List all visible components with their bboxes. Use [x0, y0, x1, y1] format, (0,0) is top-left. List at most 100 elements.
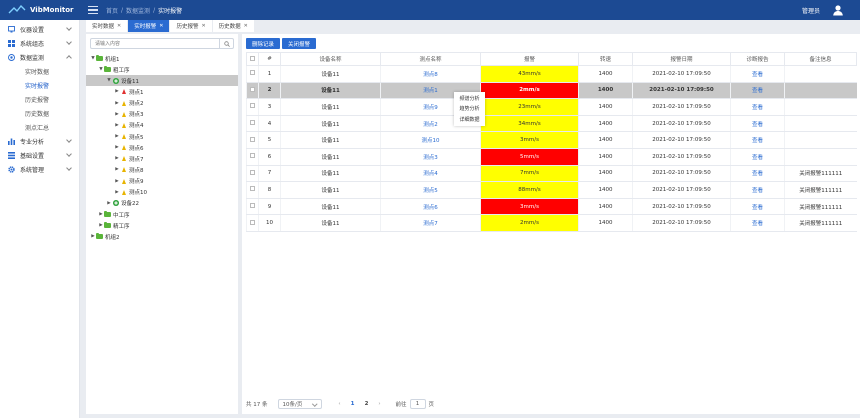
sidebar-group-analysis[interactable]: 专业分析: [0, 134, 79, 148]
alarm-yellow-icon: [120, 134, 127, 140]
point-link[interactable]: 测点5: [380, 181, 481, 199]
row-checkbox[interactable]: [246, 148, 259, 166]
tree-node[interactable]: ▶ 测点2: [86, 98, 238, 109]
row-context-menu: 频谱分析 趋势分析 详细数据: [454, 92, 485, 126]
sidebar-group-monitor[interactable]: 数据监测: [0, 50, 79, 64]
table-row[interactable]: 8 设备11 测点5 88mm/s 1400 2021-02-10 17:09:50 查看关…: [246, 181, 857, 199]
view-report-link[interactable]: 查看: [730, 82, 785, 100]
row-index: 7: [258, 165, 281, 183]
sidebar-item-history-alarm[interactable]: 历史报警: [0, 92, 79, 106]
tree-node[interactable]: ▶ 测点8: [86, 164, 238, 175]
close-icon[interactable]: ✕: [159, 23, 163, 29]
tree-node[interactable]: ▶ 精工序: [86, 220, 238, 231]
table-row[interactable]: 1 设备11 测点8 43mm/s 1400 2021-02-10 17:09:50 查看: [246, 65, 857, 83]
alarm-red-icon: [120, 89, 127, 95]
tree-node[interactable]: ▶ 测点7: [86, 153, 238, 164]
view-report-link[interactable]: 查看: [730, 165, 785, 183]
sidebar-group-system[interactable]: 系统管理: [0, 162, 79, 176]
table-row[interactable]: 10 设备11 测点7 2mm/s 1400 2021-02-10 17:09:50 查看关…: [246, 214, 857, 232]
tree-node[interactable]: ▶ 测点1: [86, 86, 238, 97]
row-checkbox[interactable]: [246, 165, 259, 183]
row-checkbox[interactable]: [246, 115, 259, 133]
page-size-select[interactable]: 10条/页: [277, 398, 322, 409]
goto-page-input[interactable]: 1: [409, 398, 426, 409]
row-checkbox[interactable]: [246, 82, 259, 100]
tree-node[interactable]: ▶ 中工序: [86, 209, 238, 220]
sidebar-item-realtime-alarm[interactable]: 实时报警: [0, 78, 79, 92]
tree-node[interactable]: ▶ 机组2: [86, 231, 238, 242]
row-checkbox[interactable]: [246, 198, 259, 216]
close-icon[interactable]: ✕: [117, 23, 121, 29]
tab-history-alarm[interactable]: 历史报警 ✕: [170, 20, 212, 32]
sidebar-group-label: 专业分析: [20, 138, 45, 146]
row-checkbox[interactable]: [246, 98, 259, 116]
table-row[interactable]: 4 设备11 测点2 34mm/s 1400 2021-02-10 17:09:50 查看: [246, 115, 857, 133]
row-checkbox[interactable]: [246, 131, 259, 149]
view-report-link[interactable]: 查看: [730, 181, 785, 199]
table-row[interactable]: 9 设备11 测点6 3mm/s 1400 2021-02-10 17:09:50 查看 关闭…: [246, 198, 857, 216]
breadcrumb-item[interactable]: 首页: [106, 6, 118, 15]
tree-node[interactable]: ▶ 测点9: [86, 176, 238, 187]
tree-node[interactable]: ▶ 设备22: [86, 198, 238, 209]
table-row[interactable]: 2 设备11 测点1 2mm/s 1400 2021-02-10 17:09:50 查看: [246, 82, 857, 100]
select-all-checkbox[interactable]: [246, 52, 259, 66]
tree-node[interactable]: ▼ 机组1: [86, 53, 238, 64]
point-link[interactable]: 测点8: [380, 65, 481, 83]
tab-realtime-data[interactable]: 实时数据 ✕: [86, 20, 128, 32]
prev-page-button[interactable]: ‹: [334, 401, 346, 407]
view-report-link[interactable]: 查看: [730, 98, 785, 116]
tree-node[interactable]: ▼ 粗工序: [86, 64, 238, 75]
view-report-link[interactable]: 查看: [730, 214, 785, 232]
alarm-value-cell: 3mm/s: [480, 198, 579, 216]
breadcrumb-item[interactable]: 数据监测: [126, 6, 150, 15]
tree-node[interactable]: ▶ 测点4: [86, 120, 238, 131]
tab-history-data[interactable]: 历史数据 ✕: [212, 20, 254, 32]
next-page-button[interactable]: ›: [374, 401, 386, 407]
sidebar-group-config[interactable]: 系统组态: [0, 36, 79, 50]
sidebar-item-history-data[interactable]: 历史数据: [0, 106, 79, 120]
sidebar-item-realtime-data[interactable]: 实时数据: [0, 64, 79, 78]
point-link[interactable]: 测点4: [380, 165, 481, 183]
column-header: 备注信息: [784, 52, 857, 66]
context-menu-trend[interactable]: 趋势分析: [454, 104, 485, 115]
table-row[interactable]: 3 设备11 测点9 23mm/s 1400 2021-02-10 17:09:50 查看: [246, 98, 857, 116]
tree-node[interactable]: ▶ 测点5: [86, 131, 238, 142]
context-menu-detail[interactable]: 详细数据: [454, 114, 485, 125]
row-checkbox[interactable]: [246, 65, 259, 83]
close-alarm-button[interactable]: 关闭报警: [282, 38, 317, 49]
close-icon[interactable]: ✕: [244, 23, 248, 29]
close-icon[interactable]: ✕: [201, 23, 205, 29]
tree-node[interactable]: ▼ 设备11: [86, 75, 238, 87]
table-row[interactable]: 6 设备11 测点3 5mm/s 1400 2021-02-10 17:09:50 查看: [246, 148, 857, 166]
point-link[interactable]: 测点6: [380, 198, 481, 216]
point-link[interactable]: 测点3: [380, 148, 481, 166]
sidebar-group-basic[interactable]: 基础设置: [0, 148, 79, 162]
view-report-link[interactable]: 查看: [730, 148, 785, 166]
sidebar-item-point-summary[interactable]: 测点汇总: [0, 120, 79, 134]
row-checkbox[interactable]: [246, 214, 259, 232]
point-link[interactable]: 测点10: [380, 131, 481, 149]
point-link[interactable]: 测点7: [380, 214, 481, 232]
view-report-link[interactable]: 查看: [730, 131, 785, 149]
tree-search-button[interactable]: [219, 39, 233, 48]
tab-realtime-alarm[interactable]: 实时报警 ✕: [128, 20, 170, 32]
sidebar-group-instrument[interactable]: 仪器设置: [0, 22, 79, 36]
user-avatar-icon[interactable]: [832, 4, 844, 16]
tree-search-input[interactable]: [91, 39, 219, 48]
table-row[interactable]: 5 设备11 测点10 3mm/s 1400 2021-02-10 17:09:50 查看: [246, 131, 857, 149]
page-2-button[interactable]: 2: [360, 401, 374, 407]
tree-node-label: 测点2: [129, 101, 144, 108]
tree-node[interactable]: ▶ 测点6: [86, 142, 238, 153]
row-checkbox[interactable]: [246, 181, 259, 199]
view-report-link[interactable]: 查看: [730, 198, 785, 216]
view-report-link[interactable]: 查看: [730, 115, 785, 133]
user-name[interactable]: 管理员: [802, 6, 820, 15]
tree-node[interactable]: ▶ 测点10: [86, 187, 238, 198]
table-row[interactable]: 7 设备11 测点4 7mm/s 1400 2021-02-10 17:09:50 查看 关闭…: [246, 165, 857, 183]
menu-toggle-icon[interactable]: [88, 6, 98, 14]
page-1-button[interactable]: 1: [346, 401, 360, 407]
context-menu-spectrum[interactable]: 频谱分析: [454, 93, 485, 104]
delete-record-button[interactable]: 删除记录: [246, 38, 281, 49]
view-report-link[interactable]: 查看: [730, 65, 785, 83]
tree-node[interactable]: ▶ 测点3: [86, 109, 238, 120]
